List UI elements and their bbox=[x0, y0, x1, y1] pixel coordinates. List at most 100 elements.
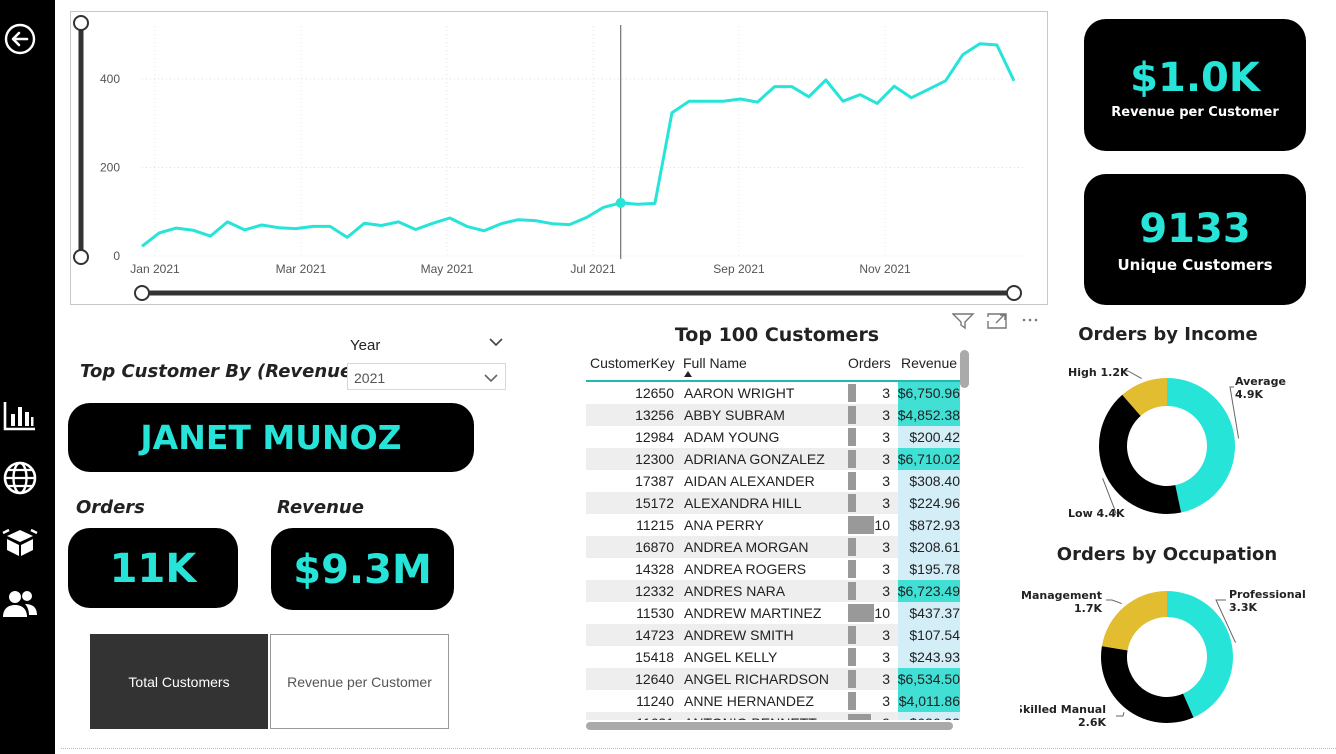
donut-value-label: 3.3K bbox=[1229, 601, 1257, 614]
cell-customerkey: 12650 bbox=[635, 385, 674, 401]
total-customers-button[interactable]: Total Customers bbox=[90, 634, 268, 729]
cell-customerkey: 12332 bbox=[635, 583, 674, 599]
table-row[interactable]: 12332 ANDRES NARA 3 $6,723.49 bbox=[586, 580, 960, 602]
table-row[interactable]: 12640 ANGEL RICHARDSON 3 $6,534.50 bbox=[586, 668, 960, 690]
col-header-full-name[interactable]: Full Name bbox=[683, 355, 747, 371]
table-row[interactable]: 15172 ALEXANDRA HILL 3 $224.96 bbox=[586, 492, 960, 514]
focus-mode-icon[interactable] bbox=[987, 313, 1007, 329]
table-row[interactable]: 15418 ANGEL KELLY 3 $243.93 bbox=[586, 646, 960, 668]
table-row[interactable]: 17387 AIDAN ALEXANDER 3 $308.40 bbox=[586, 470, 960, 492]
cell-full-name: ANDREA ROGERS bbox=[684, 561, 807, 577]
nav-item-charts[interactable] bbox=[0, 398, 40, 434]
kpi-label: Unique Customers bbox=[1117, 256, 1273, 274]
cell-orders: 10 bbox=[874, 605, 890, 621]
cell-customerkey: 16870 bbox=[635, 539, 674, 555]
box-icon bbox=[2, 528, 38, 556]
y-range-slider-handle[interactable] bbox=[73, 249, 89, 265]
cell-revenue: $208.61 bbox=[898, 536, 960, 558]
table-vertical-scrollbar[interactable] bbox=[960, 350, 969, 388]
users-icon bbox=[3, 591, 37, 617]
table-row[interactable]: 11631 ANTONIO BENNETT 9 $626.33 bbox=[586, 712, 960, 720]
table-row[interactable]: 14328 ANDREA ROGERS 3 $195.78 bbox=[586, 558, 960, 580]
table-row[interactable]: 12300 ADRIANA GONZALEZ 3 $6,710.02 bbox=[586, 448, 960, 470]
year-slicer-value: 2021 bbox=[354, 370, 386, 386]
cell-revenue: $6,710.02 bbox=[898, 448, 960, 470]
top-customers-table[interactable]: CustomerKey Full Name Orders Revenue 126… bbox=[586, 350, 960, 720]
nav-item-map[interactable] bbox=[0, 460, 40, 496]
cell-revenue-value: $6,710.02 bbox=[897, 451, 960, 467]
donut-label: High 1.2K bbox=[1068, 366, 1129, 379]
orders-title: Orders bbox=[76, 497, 145, 518]
cell-full-name: ANNE HERNANDEZ bbox=[684, 693, 814, 709]
cell-revenue-value: $308.40 bbox=[909, 473, 960, 489]
cell-full-name: AIDAN ALEXANDER bbox=[684, 473, 815, 489]
cell-full-name: ANA PERRY bbox=[684, 517, 764, 533]
donut-slice-skilled-manual[interactable] bbox=[1101, 646, 1194, 723]
table-header: CustomerKey Full Name Orders Revenue bbox=[586, 350, 960, 382]
back-button[interactable] bbox=[0, 21, 40, 57]
table-row[interactable]: 11240 ANNE HERNANDEZ 3 $4,011.86 bbox=[586, 690, 960, 712]
table-row[interactable]: 11530 ANDREW MARTINEZ 10 $437.37 bbox=[586, 602, 960, 624]
cell-revenue-value: $6,534.50 bbox=[897, 671, 960, 687]
cell-revenue: $6,750.96 bbox=[898, 382, 960, 404]
orders-line-chart[interactable]: 0 200 400 Jan 2021 Mar 2021 May 2021 Jul 2021 S… bbox=[70, 11, 1048, 305]
cell-revenue-value: $243.93 bbox=[909, 649, 960, 665]
income-donut-chart[interactable]: Average4.9K Low 4.4K High 1.2K bbox=[1020, 352, 1320, 532]
col-header-customerkey[interactable]: CustomerKey bbox=[590, 355, 675, 371]
cell-orders: 3 bbox=[882, 429, 890, 445]
cell-revenue-value: $107.54 bbox=[909, 627, 960, 643]
table-row[interactable]: 16870 ANDREA MORGAN 3 $208.61 bbox=[586, 536, 960, 558]
cell-customerkey: 11215 bbox=[636, 517, 674, 533]
cell-customerkey: 11530 bbox=[636, 605, 674, 621]
x-tick-label: Jan 2021 bbox=[130, 262, 180, 276]
cell-revenue: $243.93 bbox=[898, 646, 960, 668]
x-range-slider-handle[interactable] bbox=[1006, 285, 1022, 301]
x-range-slider-handle[interactable] bbox=[134, 285, 150, 301]
table-horizontal-scrollbar[interactable] bbox=[586, 722, 953, 730]
cell-orders: 3 bbox=[882, 385, 890, 401]
cell-revenue: $6,723.49 bbox=[898, 580, 960, 602]
cell-revenue-value: $200.42 bbox=[909, 429, 960, 445]
cell-orders: 3 bbox=[882, 671, 890, 687]
cell-revenue: $437.37 bbox=[898, 602, 960, 624]
occupation-donut-title: Orders by Occupation bbox=[1056, 544, 1278, 565]
revenue-per-customer-button[interactable]: Revenue per Customer bbox=[270, 634, 449, 729]
cell-revenue-value: $437.37 bbox=[909, 605, 960, 621]
visual-header-icons bbox=[952, 313, 1038, 330]
table-row[interactable]: 11215 ANA PERRY 10 $872.93 bbox=[586, 514, 960, 536]
kpi-value: 9133 bbox=[1139, 206, 1251, 252]
nav-item-products[interactable] bbox=[0, 524, 40, 560]
donut-leader-line bbox=[1106, 599, 1122, 605]
hover-data-point[interactable] bbox=[615, 197, 626, 208]
cell-orders: 3 bbox=[882, 693, 890, 709]
sort-ascending-icon bbox=[684, 371, 692, 377]
table-row[interactable]: 14723 ANDREW SMITH 3 $107.54 bbox=[586, 624, 960, 646]
cell-revenue: $200.42 bbox=[898, 426, 960, 448]
y-range-slider-handle[interactable] bbox=[73, 15, 89, 31]
year-slicer-dropdown[interactable]: 2021 bbox=[347, 363, 506, 390]
orders-series-line[interactable] bbox=[141, 42, 1016, 248]
nav-item-customers[interactable] bbox=[0, 586, 40, 622]
donut-label: Professional bbox=[1229, 588, 1306, 601]
cell-full-name: ANDREW MARTINEZ bbox=[684, 605, 822, 621]
table-row[interactable]: 12984 ADAM YOUNG 3 $200.42 bbox=[586, 426, 960, 448]
cell-full-name: ANDREA MORGAN bbox=[684, 539, 809, 555]
revenue-title: Revenue bbox=[277, 497, 364, 518]
donut-value-label: 4.9K bbox=[1235, 388, 1263, 401]
table-row[interactable]: 12650 AARON WRIGHT 3 $6,750.96 bbox=[586, 382, 960, 404]
donut-slice-average[interactable] bbox=[1167, 378, 1235, 513]
cell-revenue: $195.78 bbox=[898, 558, 960, 580]
kpi-unique-customers: 9133 Unique Customers bbox=[1084, 174, 1306, 305]
cell-revenue-value: $208.61 bbox=[909, 539, 960, 555]
cell-revenue: $626.33 bbox=[898, 712, 960, 720]
cell-full-name: ADAM YOUNG bbox=[684, 429, 780, 445]
filter-icon[interactable] bbox=[952, 313, 975, 330]
chevron-down-icon[interactable] bbox=[488, 336, 504, 348]
table-row[interactable]: 13256 ABBY SUBRAM 3 $4,852.38 bbox=[586, 404, 960, 426]
donut-value-label: 2.6K bbox=[1078, 716, 1106, 729]
more-options-icon[interactable] bbox=[1022, 318, 1038, 322]
page-bottom-border bbox=[61, 748, 1336, 749]
col-header-revenue[interactable]: Revenue bbox=[901, 355, 957, 371]
occupation-donut-chart[interactable]: Professional3.3K Skilled Manual2.6K Manage… bbox=[1020, 575, 1320, 735]
col-header-orders[interactable]: Orders bbox=[848, 355, 891, 371]
